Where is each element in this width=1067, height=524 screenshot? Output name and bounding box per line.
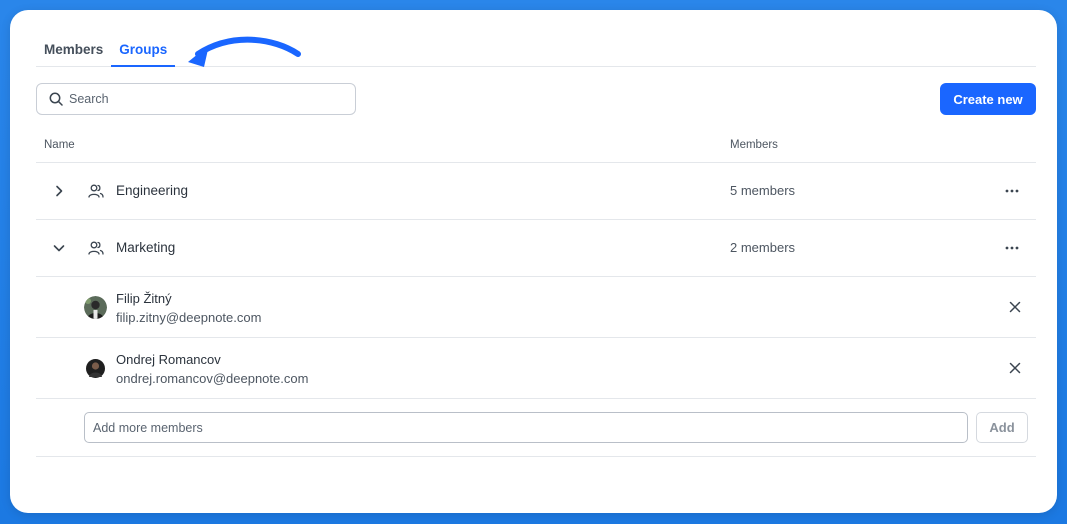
- groups-table: Name Members Engineering 5 members Marke…: [36, 134, 1036, 457]
- group-name: Engineering: [116, 183, 189, 198]
- search-input[interactable]: [69, 92, 329, 106]
- tab-groups[interactable]: Groups: [111, 37, 176, 67]
- more-options-icon[interactable]: [1002, 181, 1022, 201]
- group-member-count: 2 members: [730, 240, 796, 255]
- users-icon: [88, 241, 104, 255]
- pointer-arrow-icon: [188, 36, 301, 67]
- avatar: [84, 296, 107, 319]
- close-icon[interactable]: [1008, 300, 1022, 314]
- member-name: Filip Žitný: [116, 291, 172, 306]
- add-button[interactable]: Add: [976, 412, 1028, 443]
- more-options-icon[interactable]: [1002, 238, 1022, 258]
- users-icon: [88, 184, 104, 198]
- create-new-button[interactable]: Create new: [940, 83, 1036, 115]
- tab-members[interactable]: Members: [36, 37, 111, 67]
- member-row: Filip Žitný filip.zitny@deepnote.com: [36, 277, 1036, 338]
- search-icon: [49, 92, 63, 106]
- member-email: filip.zitny@deepnote.com: [116, 310, 262, 325]
- search-field[interactable]: [36, 83, 356, 115]
- column-header-members: Members: [730, 139, 778, 151]
- group-row-engineering[interactable]: Engineering 5 members: [36, 163, 1036, 220]
- group-name: Marketing: [116, 240, 176, 255]
- table-header: Name Members: [36, 134, 1036, 163]
- close-icon[interactable]: [1008, 361, 1022, 375]
- column-header-name: Name: [44, 139, 75, 151]
- groups-panel: Members Groups Create new Name Members: [10, 10, 1057, 513]
- avatar: [84, 357, 107, 380]
- member-row: Ondrej Romancov ondrej.romancov@deepnote…: [36, 338, 1036, 399]
- member-name: Ondrej Romancov: [116, 352, 221, 367]
- group-row-marketing[interactable]: Marketing 2 members: [36, 220, 1036, 277]
- add-members-row: Add: [36, 399, 1036, 457]
- member-email: ondrej.romancov@deepnote.com: [116, 371, 309, 386]
- chevron-right-icon[interactable]: [52, 184, 66, 198]
- group-member-count: 5 members: [730, 183, 796, 198]
- add-members-input[interactable]: [84, 412, 968, 443]
- chevron-down-icon[interactable]: [52, 241, 66, 255]
